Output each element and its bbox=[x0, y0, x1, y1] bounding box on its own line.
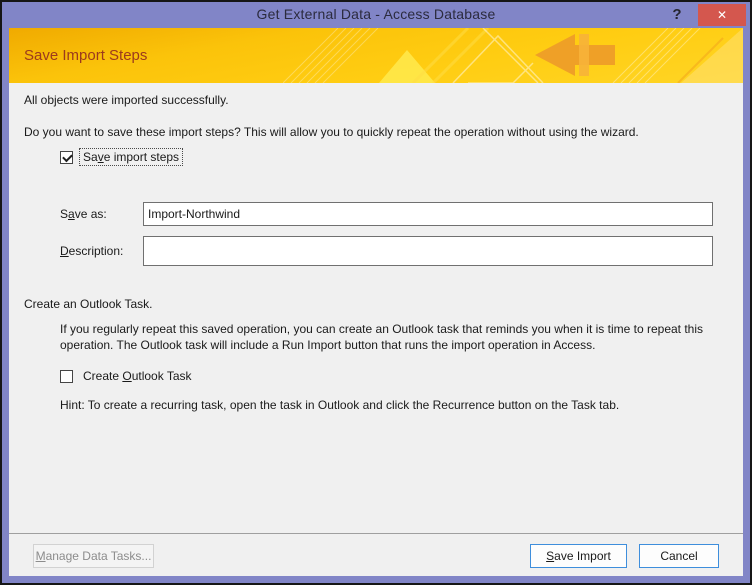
hint-text: Hint: To create a recurring task, open t… bbox=[60, 398, 620, 412]
dialog-window: Get External Data - Access Database ? ✕ bbox=[0, 0, 752, 585]
page-title: Save Import Steps bbox=[24, 47, 148, 64]
save-import-steps-label[interactable]: Save import steps bbox=[78, 148, 184, 166]
save-import-steps-checkbox[interactable] bbox=[60, 150, 73, 164]
window-title: Get External Data - Access Database bbox=[256, 6, 496, 22]
label-text: ave Import bbox=[554, 549, 611, 563]
create-outlook-task-label[interactable]: Create Outlook Task bbox=[80, 368, 195, 384]
label-text: ve as: bbox=[74, 207, 107, 221]
question-text: Do you want to save these import steps? … bbox=[24, 125, 639, 139]
dialog-content: Save Import Steps All objects were impor… bbox=[9, 28, 743, 576]
banner: Save Import Steps bbox=[9, 28, 743, 83]
save-as-label: Save as: bbox=[60, 207, 143, 221]
description-row: Description: bbox=[60, 236, 713, 266]
description-label: Description: bbox=[60, 244, 143, 258]
save-as-input[interactable] bbox=[143, 202, 713, 226]
cancel-button[interactable]: Cancel bbox=[639, 544, 719, 568]
label-text: Sa bbox=[83, 150, 98, 164]
outlook-section-heading: Create an Outlook Task. bbox=[24, 297, 153, 311]
outlook-task-row: Create Outlook Task bbox=[60, 368, 195, 384]
label-accel: D bbox=[60, 244, 69, 258]
help-icon[interactable]: ? bbox=[662, 4, 692, 26]
titlebar: Get External Data - Access Database ? ✕ bbox=[2, 2, 750, 28]
label-text: anage Data Tasks... bbox=[45, 549, 152, 563]
label-text: Create bbox=[83, 369, 123, 383]
save-import-steps-row: Save import steps bbox=[60, 148, 184, 166]
outlook-paragraph: If you regularly repeat this saved opera… bbox=[60, 322, 704, 352]
label-text: utlook Task bbox=[131, 369, 192, 383]
status-text: All objects were imported successfully. bbox=[24, 93, 229, 107]
label-accel: O bbox=[122, 369, 132, 383]
label-text: e import steps bbox=[103, 150, 180, 164]
description-input[interactable] bbox=[143, 236, 713, 266]
create-outlook-task-checkbox[interactable] bbox=[60, 369, 73, 383]
label-accel: M bbox=[35, 549, 46, 563]
manage-data-tasks-button[interactable]: Manage Data Tasks... bbox=[33, 544, 154, 568]
label-accel: a bbox=[68, 207, 75, 221]
save-as-row: Save as: bbox=[60, 202, 713, 226]
label-text: S bbox=[60, 207, 69, 221]
label-accel: S bbox=[546, 549, 555, 563]
save-import-button[interactable]: Save Import bbox=[530, 544, 627, 568]
dialog-body: All objects were imported successfully. … bbox=[9, 83, 743, 576]
banner-decoration-pattern bbox=[283, 28, 743, 83]
footer-separator bbox=[9, 533, 743, 534]
close-icon[interactable]: ✕ bbox=[698, 4, 746, 26]
label-text: escription: bbox=[68, 244, 124, 258]
